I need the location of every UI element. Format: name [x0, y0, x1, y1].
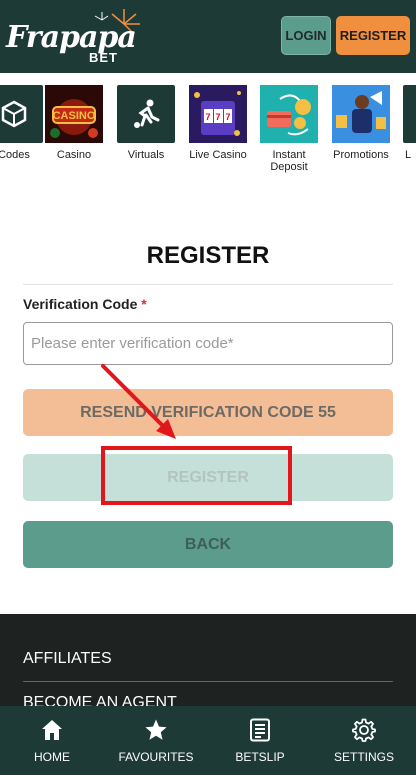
category-label: Instant Deposit — [270, 149, 308, 173]
star-icon — [145, 719, 167, 740]
more-icon — [403, 85, 416, 143]
category-casino[interactable]: CASINO Casino — [39, 85, 109, 161]
nav-label: FAVOURITES — [118, 750, 194, 764]
field-label-text: Verification Code — [23, 296, 138, 312]
register-header-button[interactable]: REGISTER — [336, 16, 410, 55]
category-more[interactable]: L — [397, 85, 416, 161]
category-promotions[interactable]: Promotions — [326, 85, 396, 161]
promotions-icon — [332, 85, 390, 143]
nav-label: HOME — [34, 750, 70, 764]
category-strip[interactable]: Codes CASINO Casino Virtuals 7 7 7 Live … — [0, 73, 416, 183]
svg-text:CASINO: CASINO — [53, 110, 96, 122]
category-live-casino[interactable]: 7 7 7 Live Casino — [183, 85, 253, 161]
category-label: L — [405, 149, 412, 161]
required-mark: * — [141, 296, 147, 312]
logo-bet: BET — [89, 50, 118, 65]
login-button[interactable]: LOGIN — [281, 16, 331, 55]
resend-code-button[interactable]: RESEND VERIFICATION CODE 55 — [23, 389, 393, 436]
category-label: Live Casino — [189, 149, 247, 161]
gear-icon — [352, 718, 376, 742]
category-instant-deposit[interactable]: Instant Deposit — [254, 85, 324, 173]
betslip-icon — [250, 718, 270, 742]
svg-text:7: 7 — [215, 112, 220, 122]
bottom-nav: HOME FAVOURITES BETSLIP SETTINGS — [0, 706, 416, 775]
top-header: Frapapa BET LOGIN REGISTER — [0, 0, 416, 73]
footer-divider — [23, 681, 393, 682]
affiliates-link[interactable]: AFFILIATES — [23, 650, 112, 668]
nav-betslip[interactable]: BETSLIP — [208, 706, 312, 775]
title-divider — [23, 284, 393, 285]
annotation-highlight-box — [101, 446, 292, 505]
category-label: Promotions — [333, 149, 389, 161]
category-label: Casino — [56, 149, 92, 161]
category-virtuals[interactable]: Virtuals — [111, 85, 181, 161]
frapapa-logo[interactable]: Frapapa BET — [6, 6, 151, 66]
verification-code-label: Verification Code * — [23, 296, 147, 312]
live-casino-icon: 7 7 7 — [189, 85, 247, 143]
instant-deposit-icon — [260, 85, 318, 143]
nav-home[interactable]: HOME — [0, 706, 104, 775]
nav-label: BETSLIP — [235, 750, 285, 764]
page-title: REGISTER — [146, 242, 270, 269]
nav-label: SETTINGS — [333, 750, 394, 764]
svg-text:7: 7 — [225, 112, 230, 122]
svg-text:7: 7 — [205, 112, 210, 122]
verification-code-input[interactable] — [23, 322, 393, 365]
back-button[interactable]: BACK — [23, 521, 393, 568]
home-icon — [42, 720, 62, 740]
category-label: Virtuals — [127, 149, 165, 161]
virtuals-icon — [117, 85, 175, 143]
casino-icon: CASINO — [45, 85, 103, 143]
nav-favourites[interactable]: FAVOURITES — [104, 706, 208, 775]
nav-settings[interactable]: SETTINGS — [312, 706, 416, 775]
codes-icon — [0, 85, 43, 143]
